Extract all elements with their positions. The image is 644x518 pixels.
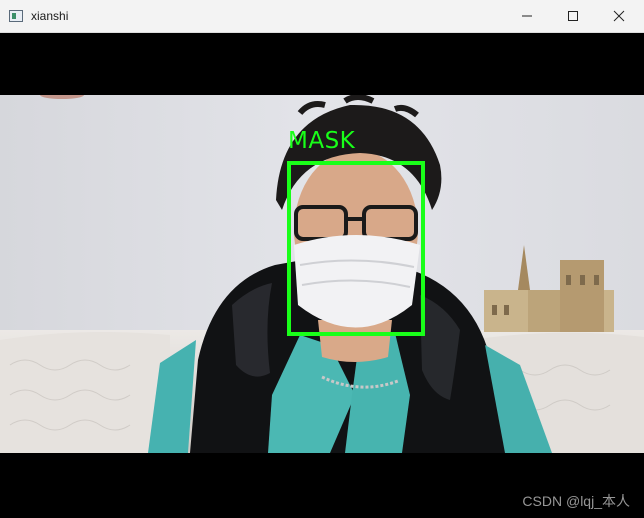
app-window-icon xyxy=(9,10,23,22)
watermark: CSDN @lqj_本人 xyxy=(522,493,630,509)
maximize-button[interactable] xyxy=(550,0,596,32)
close-icon xyxy=(613,10,625,22)
detection-box xyxy=(287,161,425,336)
minimize-icon xyxy=(522,15,532,17)
minimize-button[interactable] xyxy=(504,0,550,32)
maximize-icon xyxy=(568,11,578,21)
window-title: xianshi xyxy=(31,9,69,23)
close-button[interactable] xyxy=(596,0,642,32)
title-bar[interactable]: xianshi xyxy=(0,0,644,33)
detection-label: MASK xyxy=(288,128,356,154)
